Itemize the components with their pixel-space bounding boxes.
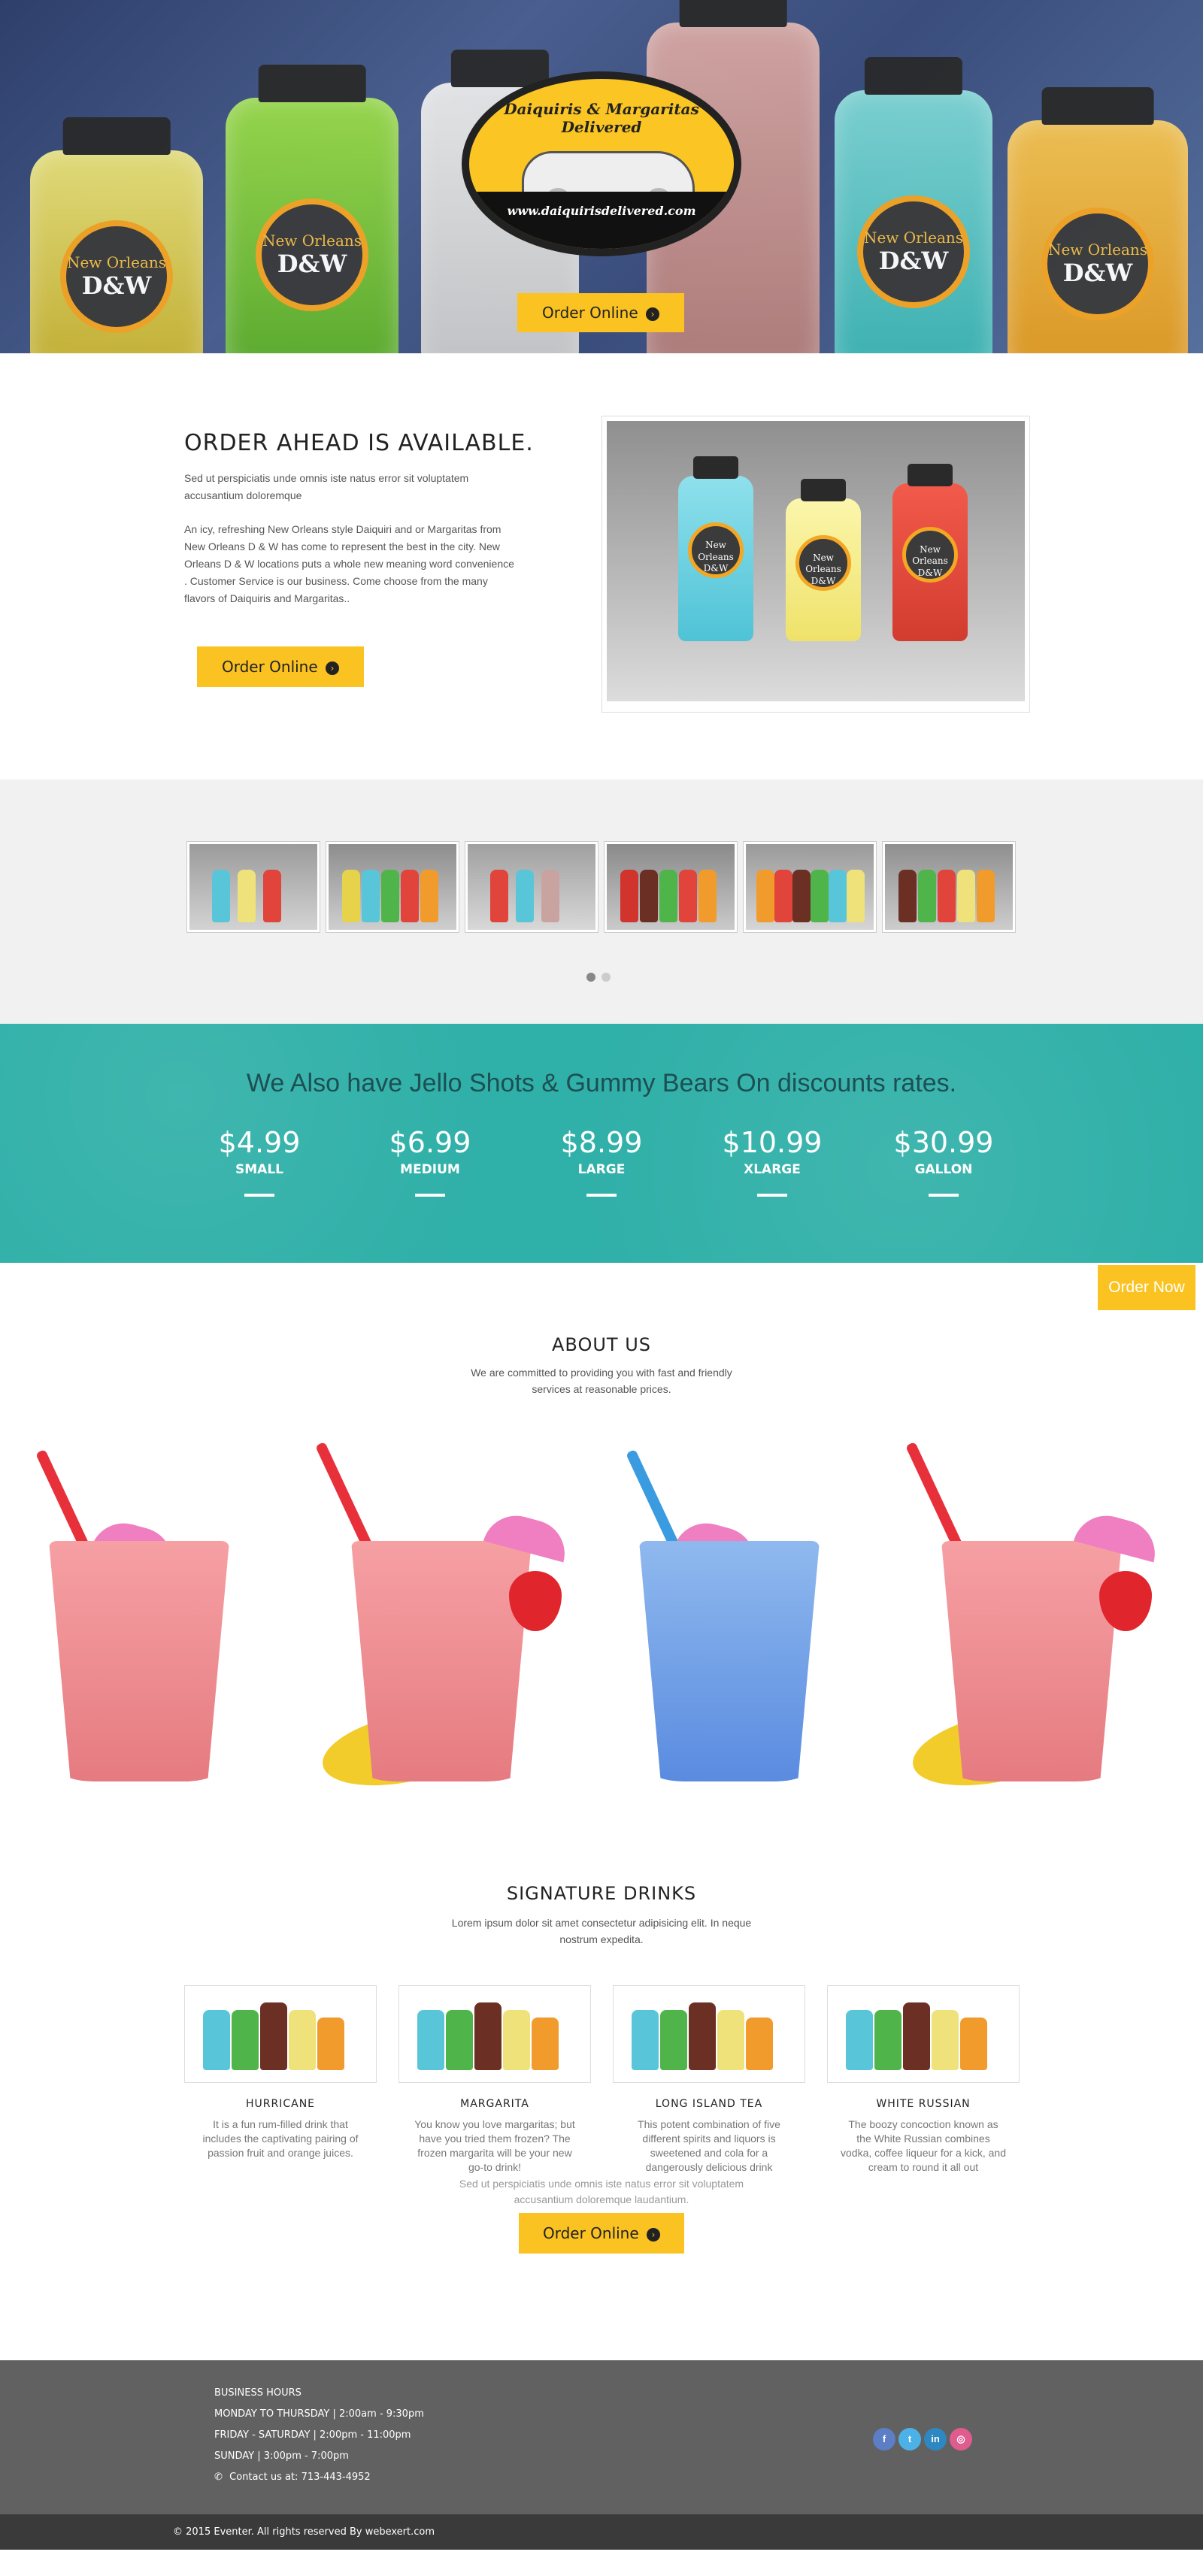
price-tier: $4.99 SMALL [184,1126,335,1197]
drink-card-image [398,1985,591,2083]
chevron-right-circle-icon: › [646,307,660,321]
gallery-thumbnail[interactable] [882,841,1016,933]
business-hours: BUSINESS HOURS MONDAY TO THURSDAY | 2:00… [214,2383,424,2488]
drink-description: It is a fun rum-filled drink that includ… [202,2118,359,2159]
gallery-thumbnail[interactable] [326,841,459,933]
signature-order-online-button[interactable]: Order Online › [519,2213,684,2254]
logo-url: www.daiquirisdelivered.com [469,192,734,249]
product-photo: New Orleans D&W New Orleans D&W New Orlean… [602,416,1030,713]
phone-icon: ✆ [214,2472,223,2483]
button-label: Order Online [221,658,318,676]
price-tier: $8.99 LARGE [526,1126,677,1197]
copyright-text: © 2015 Eventer. All rights reserved By w… [173,2526,435,2538]
gallery-thumbnail[interactable] [186,841,320,933]
drink-image [11,1428,306,1819]
drink-description: You know you love margaritas; but have y… [414,2118,575,2173]
brand-logo[interactable]: Daiquiris & Margaritas Delivered www.dai… [462,71,741,256]
order-online-button[interactable]: Order Online › [197,646,364,687]
twitter-icon[interactable]: t [898,2428,921,2450]
drink-description: This potent combination of five differen… [638,2118,780,2173]
instagram-icon[interactable]: ◎ [950,2428,972,2450]
drink-card[interactable]: WHITE RUSSIAN The boozy concoction known… [827,1985,1020,2175]
signature-title: SIGNATURE DRINKS [506,1883,697,1904]
bottle-image: New Orleans D&W [835,57,992,353]
hero-order-online-button[interactable]: Order Online › [517,293,684,332]
drink-card[interactable]: HURRICANE It is a fun rum-filled drink t… [184,1985,377,2160]
contact-phone[interactable]: Contact us at: 713-443-4952 [229,2472,371,2483]
about-section: ABOUT US We are committed to providing y… [0,1263,1203,1853]
drink-name: MARGARITA [460,2098,529,2110]
drink-description: The boozy concoction known as the White … [841,2118,1006,2173]
signature-lead: Lorem ipsum dolor sit amet consectetur a… [451,1917,752,1945]
button-label: Order Online [541,304,638,322]
drink-card-image [184,1985,377,2083]
gallery-carousel [0,779,1203,1024]
facebook-icon[interactable]: f [873,2428,895,2450]
drink-card-image [613,1985,805,2083]
linkedin-icon[interactable]: in [924,2428,947,2450]
pricing-section: We Also have Jello Shots & Gummy Bears O… [0,1024,1203,1263]
social-links: f t in ◎ [873,2428,972,2450]
hours-weekday: MONDAY TO THURSDAY | 2:00am - 9:30pm [214,2408,424,2420]
gallery-thumbnail[interactable] [604,841,738,933]
drink-name: WHITE RUSSIAN [876,2098,971,2110]
drink-image [896,1428,1191,1819]
drink-image [306,1428,601,1819]
hours-weekend: FRIDAY - SATURDAY | 2:00pm - 11:00pm [214,2429,411,2441]
about-title: ABOUT US [551,1334,651,1355]
price-tier: $10.99 XLARGE [697,1126,847,1197]
signature-drinks-section: SIGNATURE DRINKS Lorem ipsum dolor sit a… [0,1853,1203,2360]
drink-card[interactable]: LONG ISLAND TEA This potent combination … [613,1985,805,2175]
drink-card[interactable]: MARGARITA You know you love margaritas; … [398,1985,591,2175]
signature-footnote: Sed ut perspiciatis unde omnis iste natu… [459,2178,744,2205]
hours-title: BUSINESS HOURS [214,2387,302,2399]
chevron-right-circle-icon: › [326,661,340,675]
carousel-pagination [586,972,617,985]
price-tier: $6.99 MEDIUM [355,1126,505,1197]
drink-image [602,1428,896,1819]
carousel-dot-active[interactable] [586,973,595,982]
bottle-image: New Orleans D&W [30,117,203,353]
logo-title: Daiquiris & Margaritas Delivered [504,100,699,136]
about-text: We are committed to providing you with f… [471,1367,732,1395]
order-ahead-section: ORDER AHEAD IS AVAILABLE. Sed ut perspic… [0,353,1203,779]
gallery-thumbnail[interactable] [743,841,877,933]
copyright-bar: © 2015 Eventer. All rights reserved By w… [0,2514,1203,2550]
price-tier: $30.99 GALLON [868,1126,1019,1197]
hours-sunday: SUNDAY | 3:00pm - 7:00pm [214,2450,349,2462]
chevron-right-circle-icon: › [647,2228,661,2242]
body-text: An icy, refreshing New Orleans style Dai… [184,523,514,604]
contact-line: ✆ Contact us at: 713-443-4952 [214,2467,424,2488]
footer: BUSINESS HOURS MONDAY TO THURSDAY | 2:00… [0,2360,1203,2514]
carousel-dot[interactable] [602,973,611,982]
order-now-button[interactable]: Order Now [1098,1265,1195,1310]
drink-name: LONG ISLAND TEA [655,2098,763,2110]
drink-card-image [827,1985,1020,2083]
pricing-title: We Also have Jello Shots & Gummy Bears O… [246,1069,957,1097]
gallery-thumbnail[interactable] [465,841,598,933]
section-title: ORDER AHEAD IS AVAILABLE. [184,430,534,456]
button-label: Order Online [542,2224,639,2242]
intro-text: Sed ut perspiciatis unde omnis iste natu… [184,472,469,501]
hero-banner: New Orleans D&W New Orleans D&W New Orlean… [0,0,1203,353]
bottle-image: New Orleans D&W [226,65,398,353]
drink-name: HURRICANE [245,2098,316,2110]
bottle-image: New Orleans D&W [1008,87,1188,353]
